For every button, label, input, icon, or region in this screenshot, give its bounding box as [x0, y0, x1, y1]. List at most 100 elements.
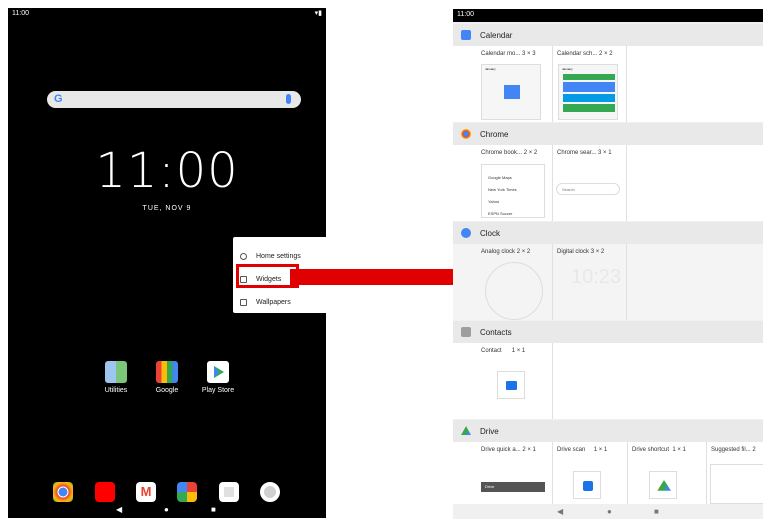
home-button[interactable]: ●: [164, 505, 169, 514]
section-header-clock[interactable]: Clock: [453, 222, 763, 244]
widget-analog-clock[interactable]: Analog clock 2 × 2: [477, 244, 553, 320]
drive-quick-label: Drive: [485, 484, 495, 489]
digital-clock-preview: 10:23: [571, 266, 622, 288]
app-label: Google: [155, 387, 179, 394]
app-label: Utilities: [104, 387, 128, 394]
drive-shortcut-preview: [649, 471, 677, 499]
google-folder-icon: [156, 361, 178, 383]
app-folder-utilities[interactable]: Utilities: [96, 361, 136, 394]
widget-drive-scan[interactable]: Drive scan 1 × 1: [553, 442, 628, 504]
preview-month: January: [485, 67, 496, 71]
section-header-calendar[interactable]: Calendar: [453, 24, 763, 46]
widget-label: Analog clock 2 × 2: [481, 249, 531, 255]
photos-icon[interactable]: [177, 482, 197, 502]
status-bar: 11:00 ▾▮: [8, 8, 326, 21]
home-clock[interactable]: 11:00: [8, 143, 326, 199]
home-button[interactable]: ●: [607, 507, 612, 516]
bookmark-item: New York Times: [488, 187, 517, 192]
widget-label: Drive quick a... 2 × 1: [481, 447, 536, 453]
widget-label: Chrome sear... 3 × 1: [557, 150, 612, 156]
google-search-bar[interactable]: G: [47, 91, 301, 108]
section-row-clock: Analog clock 2 × 2 Digital clock 3 × 2 1…: [453, 244, 763, 320]
section-row-drive: Drive quick a... 2 × 1 Drive Drive scan …: [453, 442, 763, 504]
app-play-store[interactable]: Play Store: [198, 361, 238, 394]
section-row-contacts: Contact 1 × 1: [453, 343, 763, 419]
schedule-event: [563, 104, 615, 112]
widget-label: Digital clock 3 × 2: [557, 249, 605, 255]
widget-label: Calendar mo... 3 × 3: [481, 51, 536, 57]
screenshot-canvas: 11:00 ▾▮ G 11:00 TUE, NOV 9 Home setting…: [0, 0, 763, 519]
drive-scan-preview: [573, 471, 601, 499]
search-placeholder: Search: [562, 187, 575, 192]
recents-button[interactable]: ■: [211, 505, 216, 514]
status-time: 11:00: [12, 10, 29, 17]
calendar-schedule-preview: January: [558, 64, 618, 120]
back-button[interactable]: ◀: [557, 507, 563, 516]
widget-label: Chrome book... 2 × 2: [481, 150, 538, 156]
app-folder-google[interactable]: Google: [147, 361, 187, 394]
camera-icon: [583, 481, 593, 491]
widget-suggested-files[interactable]: Suggested fil... 2: [707, 442, 763, 504]
widget-chrome-bookmarks[interactable]: Chrome book... 2 × 2 Google Maps New Yor…: [477, 145, 553, 221]
preview-schedule-title: January: [562, 67, 573, 71]
mic-icon[interactable]: [286, 94, 291, 104]
status-bar: 11:00: [453, 9, 763, 22]
home-screen: 11:00 ▾▮ G 11:00 TUE, NOV 9 Home setting…: [8, 8, 326, 518]
back-button[interactable]: ◀: [116, 505, 122, 514]
clock-icon: [461, 228, 471, 238]
drive-icon: [657, 480, 671, 491]
gmail-icon[interactable]: M: [136, 482, 156, 502]
bookmark-list: Google Maps New York Times Yahoo ESPN So…: [488, 172, 517, 220]
arrow-shaft: [290, 269, 478, 285]
section-header-drive[interactable]: Drive: [453, 420, 763, 442]
status-icons: ▾▮: [314, 10, 322, 17]
camera-icon[interactable]: [219, 482, 239, 502]
chrome-icon[interactable]: [53, 482, 73, 502]
section-header-contacts[interactable]: Contacts: [453, 321, 763, 343]
status-time: 11:00: [457, 11, 474, 18]
section-header-chrome[interactable]: Chrome: [453, 123, 763, 145]
section-title: Chrome: [480, 129, 509, 139]
app-label: Play Store: [201, 387, 235, 394]
home-date: TUE, NOV 9: [142, 205, 192, 212]
gear-icon: [240, 252, 247, 260]
youtube-icon[interactable]: [95, 482, 115, 502]
drive-icon: [461, 426, 471, 435]
drive-quick-preview: Drive: [481, 482, 545, 492]
bookmark-item: Google Maps: [488, 175, 512, 180]
google-logo-icon: G: [54, 93, 63, 105]
chrome-bookmarks-preview: Google Maps New York Times Yahoo ESPN So…: [481, 164, 545, 218]
widget-label: Suggested fil... 2: [711, 447, 756, 453]
contact-preview: [497, 371, 525, 399]
widget-chrome-search[interactable]: Chrome sear... 3 × 1 Search: [553, 145, 627, 221]
analog-clock-preview: [485, 262, 543, 320]
widget-label: Contact 1 × 1: [481, 348, 526, 354]
widget-label: Drive shortcut 1 × 1: [632, 447, 686, 453]
chrome-icon: [461, 129, 471, 139]
widget-drive-shortcut[interactable]: Drive shortcut 1 × 1: [628, 442, 707, 504]
widget-calendar-month[interactable]: Calendar mo... 3 × 3 January: [477, 46, 553, 122]
bookmark-item: Yahoo: [488, 199, 500, 204]
widget-digital-clock[interactable]: Digital clock 3 × 2 10:23: [553, 244, 627, 320]
calendar-icon: [461, 30, 471, 40]
bookmark-item: ESPN Soccer: [488, 211, 513, 216]
widget-contact[interactable]: Contact 1 × 1: [477, 343, 553, 419]
widgets-screen: 11:00 Calendar Calendar mo... 3 × 3 Janu…: [453, 9, 763, 519]
contact-card-icon: [506, 381, 517, 390]
chrome-search-preview: Search: [556, 183, 620, 195]
widget-label: Drive scan 1 × 1: [557, 447, 608, 453]
widget-drive-quick-access[interactable]: Drive quick a... 2 × 1 Drive: [477, 442, 553, 504]
widget-label: Calendar sch... 2 × 2: [557, 51, 613, 57]
widget-calendar-schedule[interactable]: Calendar sch... 2 × 2 January: [553, 46, 627, 122]
contacts-icon: [461, 327, 471, 337]
play-store-icon: [207, 361, 229, 383]
settings-icon[interactable]: [260, 482, 280, 502]
wallpaper-icon: [240, 298, 247, 306]
schedule-event: [563, 74, 615, 80]
section-title: Contacts: [480, 327, 512, 337]
section-title: Calendar: [480, 30, 513, 40]
section-title: Clock: [480, 228, 501, 238]
navigation-bar: ◀ ● ■: [8, 502, 326, 518]
section-title: Drive: [480, 426, 499, 436]
recents-button[interactable]: ■: [654, 507, 659, 516]
